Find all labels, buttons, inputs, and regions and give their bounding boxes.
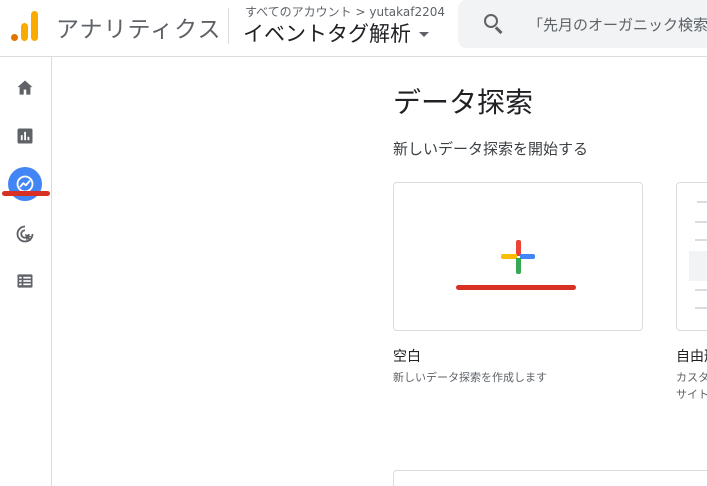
property-name: イベントタグ解析 <box>243 22 411 46</box>
header-divider <box>228 8 229 44</box>
template-line <box>695 307 707 309</box>
card-label-free-form: 自由形 <box>676 349 707 365</box>
bar-chart-icon <box>17 128 33 144</box>
template-line <box>695 221 707 223</box>
list-icon <box>17 274 33 288</box>
analytics-logo-icon[interactable] <box>11 9 39 41</box>
template-line <box>695 289 707 291</box>
plus-icon <box>501 240 535 274</box>
nav-advertising[interactable] <box>8 217 42 251</box>
target-cursor-icon <box>16 225 34 243</box>
page-title: データ探索 <box>393 86 534 119</box>
section-title: 新しいデータ探索を開始する <box>393 140 589 158</box>
home-icon <box>17 80 33 95</box>
search-placeholder: 「先月のオーガニック検索 <box>528 16 707 34</box>
card-desc-blank: 新しいデータ探索を作成します <box>393 371 547 384</box>
blank-exploration-card[interactable] <box>393 182 643 331</box>
template-card[interactable] <box>393 470 707 486</box>
search-icon <box>484 14 504 34</box>
template-line <box>695 239 707 241</box>
property-selector[interactable]: イベントタグ解析 <box>243 18 429 48</box>
main-content: データ探索 新しいデータ探索を開始する 空白 新しいデータ探索を作成します 自由… <box>53 57 707 486</box>
nav-configure[interactable] <box>8 264 42 298</box>
nav-home[interactable] <box>8 71 42 105</box>
template-block <box>689 251 707 281</box>
left-nav <box>0 57 52 486</box>
free-form-card[interactable] <box>676 182 707 331</box>
card-desc-free-form-2: サイト <box>676 388 707 401</box>
top-bar: アナリティクス すべてのアカウント > yutakaf2204 イベントタグ解析… <box>0 0 707 57</box>
nav-reports[interactable] <box>8 119 42 153</box>
caret-down-icon <box>419 32 429 37</box>
app-name: アナリティクス <box>56 17 222 43</box>
annotation-underline <box>2 191 50 196</box>
annotation-underline <box>456 285 576 290</box>
card-label-blank: 空白 <box>393 349 421 365</box>
card-desc-free-form: カスタ <box>676 371 707 384</box>
template-line <box>697 201 707 203</box>
search-box[interactable]: 「先月のオーガニック検索 <box>458 0 707 48</box>
